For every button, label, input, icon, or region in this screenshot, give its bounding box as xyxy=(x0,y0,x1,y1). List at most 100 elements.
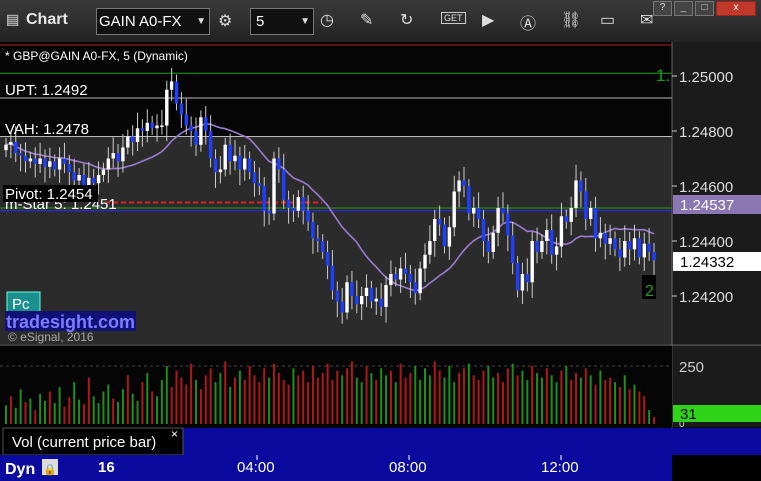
candle-body xyxy=(106,158,110,170)
candle-body xyxy=(637,238,642,258)
candle-body xyxy=(554,246,559,255)
candle-body xyxy=(72,172,76,181)
candle-body xyxy=(579,180,583,192)
vah-label: VAH: 1.2478 xyxy=(5,121,89,138)
candle-body xyxy=(267,210,271,214)
candle-body xyxy=(57,158,62,170)
candle-body xyxy=(4,144,8,151)
candle-body xyxy=(131,136,135,142)
candle-body xyxy=(374,298,378,302)
candle-body xyxy=(335,290,339,302)
candle-body xyxy=(364,287,369,296)
candle-body xyxy=(126,136,130,148)
candle-body xyxy=(433,219,437,241)
candle-body xyxy=(472,208,476,214)
candle-body xyxy=(252,172,257,184)
lock-icon[interactable]: 🔒 xyxy=(43,463,57,476)
candle-body xyxy=(155,125,159,129)
candle-body xyxy=(150,122,154,129)
candle-body xyxy=(642,243,646,258)
top-right-marker: 1. xyxy=(656,66,670,85)
candle-body xyxy=(369,287,374,302)
candle-body xyxy=(486,241,490,252)
study-title: * GBP@GAIN A0-FX, 5 (Dynamic) xyxy=(5,49,188,63)
price-tick-label: 1.24400 xyxy=(679,234,733,251)
chart-canvas[interactable]: 1.25000 1.24800 1.24600 1.24400 1.24200 * GB… xyxy=(0,0,761,481)
candle-body xyxy=(350,282,354,296)
candle-body xyxy=(306,210,310,222)
candle-body xyxy=(491,232,495,252)
copyright: © eSignal, 2016 xyxy=(8,330,94,344)
candle-body xyxy=(272,158,276,214)
candle-body xyxy=(116,153,120,162)
candle-body xyxy=(223,144,227,170)
candle-body xyxy=(286,199,291,208)
candle-body xyxy=(501,208,505,214)
candle-body xyxy=(550,230,554,255)
candle-body xyxy=(403,268,408,274)
candle-body xyxy=(262,186,266,211)
candle-body xyxy=(194,131,198,145)
candle-body xyxy=(360,296,364,305)
candle-body xyxy=(213,158,218,173)
candle-body xyxy=(23,155,28,162)
bottom-right-marker: 2 xyxy=(645,283,654,300)
dyn-label[interactable]: Dyn xyxy=(5,461,35,478)
candle-body xyxy=(418,268,422,294)
candle-body xyxy=(423,254,427,269)
candle-body xyxy=(559,216,564,247)
candle-body xyxy=(325,252,330,266)
candle-body xyxy=(428,241,432,255)
volume-close-icon[interactable]: × xyxy=(171,427,178,441)
candle-body xyxy=(321,241,325,252)
price-tick-label: 1.24600 xyxy=(679,179,733,196)
candle-body xyxy=(613,238,617,250)
candle-body xyxy=(476,208,481,219)
candle-body xyxy=(355,296,359,305)
price-tick-label: 1.24200 xyxy=(679,289,733,306)
candle-body xyxy=(340,301,344,313)
candle-body xyxy=(277,158,281,170)
candle-body xyxy=(145,122,149,131)
candle-body xyxy=(243,158,247,170)
candle-body xyxy=(82,175,86,186)
candle-body xyxy=(296,197,300,211)
candle-body xyxy=(462,180,466,186)
candle-body xyxy=(18,153,23,156)
volume-label-strip xyxy=(183,428,761,455)
candle-body xyxy=(652,252,656,261)
ma-price-badge-text: 1.24537 xyxy=(680,197,734,214)
time-label-0400: 04:00 xyxy=(237,459,275,476)
candle-body xyxy=(9,142,13,145)
candle-body xyxy=(530,241,534,283)
time-label-0800: 08:00 xyxy=(389,459,427,476)
candle-body xyxy=(520,274,525,291)
candle-body xyxy=(121,147,125,162)
candle-body xyxy=(111,153,115,159)
candle-body xyxy=(584,191,588,219)
candle-body xyxy=(247,158,252,173)
candle-body xyxy=(189,125,193,131)
candle-body xyxy=(545,230,549,241)
candle-body xyxy=(179,103,184,115)
candle-body xyxy=(92,177,96,184)
candle-body xyxy=(389,274,393,285)
upt-label: UPT: 1.2492 xyxy=(5,82,88,99)
candle-body xyxy=(506,213,510,236)
candle-body xyxy=(608,238,612,244)
price-tick-label: 1.25000 xyxy=(679,69,733,86)
candle-body xyxy=(574,180,578,208)
candle-body xyxy=(442,224,447,247)
candle-body xyxy=(408,274,413,283)
pc-tag[interactable]: Pc xyxy=(12,296,30,313)
candle-body xyxy=(316,238,320,241)
candle-body xyxy=(14,142,18,153)
candle-body xyxy=(204,117,208,131)
candle-body xyxy=(228,144,232,162)
candle-body xyxy=(96,175,101,184)
candle-body xyxy=(291,208,296,211)
candle-body xyxy=(233,155,237,162)
candle-body xyxy=(447,227,452,247)
candle-body xyxy=(437,219,442,225)
candle-body xyxy=(43,158,47,167)
